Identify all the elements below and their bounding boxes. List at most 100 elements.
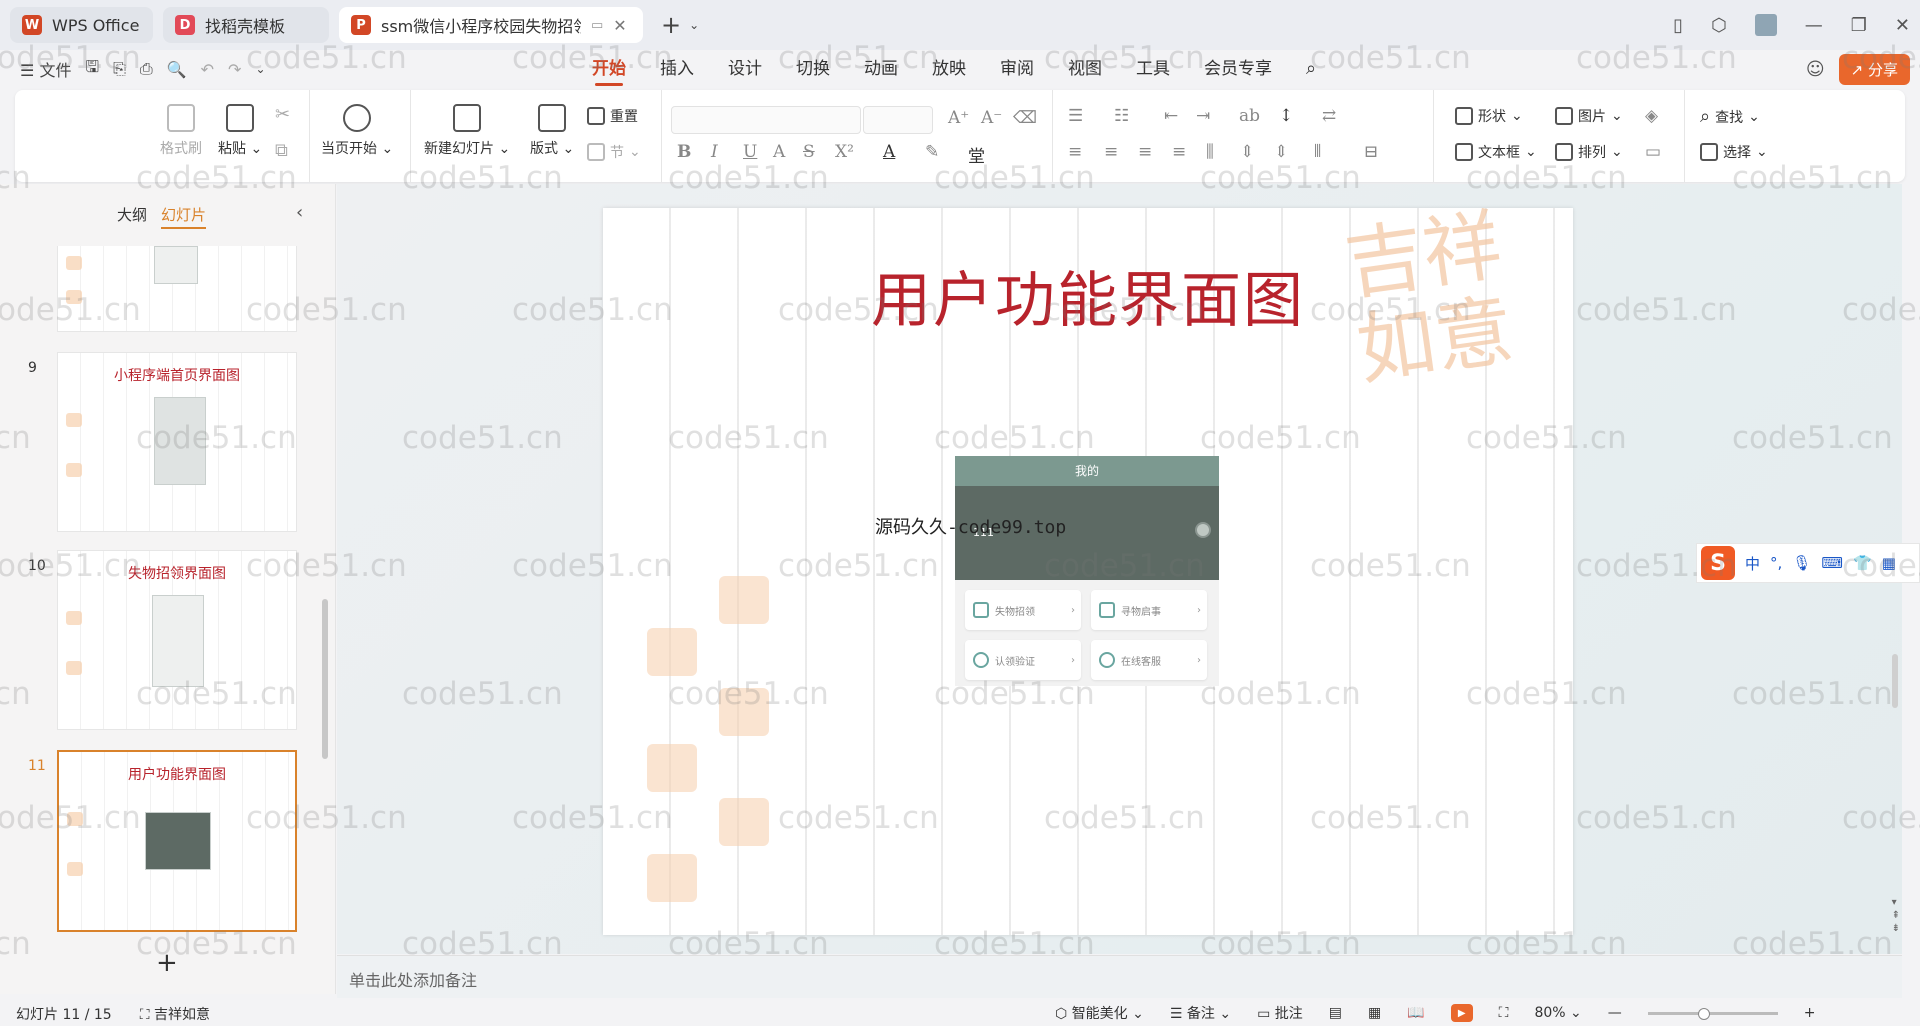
tab-docer-templates[interactable]: D 找稻壳模板: [163, 7, 329, 43]
grow-font-icon[interactable]: A⁺: [948, 108, 969, 128]
smart-beautify-button[interactable]: ⬡ 智能美化 ⌄: [1055, 1003, 1144, 1023]
columns-icon[interactable]: ⫴: [1314, 142, 1321, 162]
notes-pane[interactable]: 单击此处添加备注: [337, 955, 1902, 998]
decrease-indent-icon[interactable]: ⇤: [1164, 106, 1178, 126]
notes-button[interactable]: ☰ 备注 ⌄: [1170, 1003, 1231, 1023]
highlight-icon[interactable]: ✎: [925, 142, 939, 162]
canvas-scrollbar[interactable]: [1892, 654, 1898, 708]
tab-slides[interactable]: 幻灯片: [161, 204, 207, 229]
font-family-select[interactable]: [671, 106, 861, 134]
new-slide-button[interactable]: 新建幻灯片 ⌄: [424, 104, 510, 158]
skin-icon[interactable]: 👕: [1853, 554, 1872, 572]
distribute-icon[interactable]: ⫼: [1206, 142, 1214, 162]
arrange-button[interactable]: 排列 ⌄: [1555, 142, 1623, 162]
tab-insert[interactable]: 插入: [643, 50, 711, 88]
bold-icon[interactable]: B: [677, 142, 691, 162]
select-button[interactable]: 选择 ⌄: [1700, 142, 1768, 162]
slide-title[interactable]: 用户功能界面图: [603, 252, 1573, 339]
shrink-font-icon[interactable]: A⁻: [981, 108, 1002, 128]
tab-view[interactable]: 视图: [1051, 50, 1119, 88]
play-slideshow-button[interactable]: ▶: [1450, 1004, 1473, 1022]
add-slide-icon[interactable]: +: [156, 948, 178, 978]
font-color-icon[interactable]: A: [883, 142, 895, 162]
page-nav-arrows[interactable]: ▾ ⇞ ⇟: [1892, 896, 1900, 935]
shadow-text-icon[interactable]: A: [773, 142, 785, 162]
increase-indent-icon[interactable]: ⇥: [1196, 106, 1210, 126]
bullets-icon[interactable]: ☰: [1068, 106, 1083, 126]
tab-member[interactable]: 会员专享: [1187, 50, 1289, 88]
slide-sorter-icon[interactable]: ▦: [1368, 1005, 1381, 1021]
close-tab-icon[interactable]: ✕: [613, 16, 626, 35]
tab-wps-office[interactable]: W WPS Office: [10, 7, 153, 43]
tab-presentation[interactable]: P ssm微信小程序校园失物招领 ▭ ✕: [339, 7, 643, 43]
slide-thumbnail-9[interactable]: 小程序端首页界面图: [57, 352, 297, 532]
comments-button[interactable]: ▭ 批注: [1257, 1003, 1303, 1023]
layout-icon[interactable]: ▯: [1673, 15, 1683, 36]
toolbox-icon[interactable]: ▦: [1882, 554, 1896, 572]
save-icon[interactable]: 🖫: [85, 56, 99, 83]
theme-name[interactable]: ⛶ 吉祥如意: [140, 1004, 210, 1024]
align-left-icon[interactable]: ≡: [1068, 142, 1082, 162]
tab-design[interactable]: 设计: [711, 50, 779, 88]
italic-icon[interactable]: I: [711, 142, 718, 162]
keyboard-icon[interactable]: ⌨: [1821, 554, 1843, 572]
tab-animations[interactable]: 动画: [847, 50, 915, 88]
phone-screenshot[interactable]: 我的 111 失物招领 › 寻物启事 › 认领验证 › 在线客服 ›: [955, 456, 1219, 686]
new-tab-icon[interactable]: +: [661, 11, 681, 39]
slide-thumbnail-11[interactable]: 用户功能界面图: [57, 750, 297, 932]
avatar[interactable]: [1754, 14, 1777, 36]
tab-slideshow[interactable]: 放映: [915, 50, 983, 88]
align-right-icon[interactable]: ≡: [1138, 142, 1152, 162]
print-preview-icon[interactable]: 🔍: [167, 60, 187, 79]
share-button[interactable]: ↗ 分享: [1838, 54, 1910, 85]
chat-icon[interactable]: ☺: [1806, 59, 1825, 80]
justify-icon[interactable]: ≡: [1172, 142, 1186, 162]
tab-review[interactable]: 审阅: [983, 50, 1051, 88]
panel-scrollbar[interactable]: [322, 599, 328, 759]
export-icon[interactable]: ⎘: [113, 59, 126, 79]
normal-view-icon[interactable]: ▤: [1329, 1005, 1342, 1021]
minimize-icon[interactable]: —: [1805, 15, 1823, 36]
undo-icon[interactable]: ↶: [201, 60, 214, 79]
reset-button[interactable]: 重置: [587, 106, 638, 126]
paste-button[interactable]: 粘贴 ⌄: [218, 104, 262, 158]
phonetic-icon[interactable]: 堂: [968, 142, 985, 167]
underline-icon[interactable]: U: [743, 142, 757, 162]
more-chevron-icon[interactable]: ⌄: [255, 62, 265, 76]
font-size-select[interactable]: [863, 106, 933, 134]
align-center-icon[interactable]: ≡: [1104, 142, 1118, 162]
convert-icon[interactable]: ⇄: [1322, 106, 1336, 126]
redo-icon[interactable]: ↷: [228, 60, 241, 79]
collapse-panel-icon[interactable]: ‹: [296, 202, 303, 223]
search-icon[interactable]: ⌕: [1289, 50, 1333, 88]
zoom-slider[interactable]: [1647, 1007, 1778, 1020]
slide-thumbnail-10[interactable]: 失物招领界面图: [57, 550, 297, 730]
reading-view-icon[interactable]: 📖: [1407, 1005, 1424, 1021]
cut-icon[interactable]: ✂: [275, 104, 290, 125]
clear-format-icon[interactable]: ⌫: [1013, 108, 1037, 128]
layout-button[interactable]: 版式 ⌄: [530, 104, 574, 158]
find-button[interactable]: ⌕ 查找 ⌄: [1700, 106, 1760, 127]
zoom-in-icon[interactable]: +: [1804, 1005, 1816, 1021]
tab-list-chevron-icon[interactable]: ⌄: [689, 18, 699, 32]
restore-icon[interactable]: ❐: [1851, 15, 1867, 36]
ime-language-toggle[interactable]: 中: [1745, 553, 1760, 574]
outline-icon[interactable]: ▭: [1645, 142, 1661, 162]
fit-window-icon[interactable]: ⛶: [1499, 1005, 1509, 1021]
zoom-out-icon[interactable]: —: [1608, 1005, 1622, 1021]
tab-tools[interactable]: 工具: [1119, 50, 1187, 88]
zoom-select[interactable]: 80% ⌄: [1534, 1005, 1581, 1021]
file-menu[interactable]: ☰ 文件: [20, 57, 71, 81]
strikethrough-icon[interactable]: S: [803, 142, 815, 162]
microphone-icon[interactable]: 🎙: [1792, 554, 1811, 572]
text-direction-icon[interactable]: ab: [1239, 106, 1260, 126]
tab-home[interactable]: 开始: [575, 50, 643, 88]
superscript-icon[interactable]: X²: [835, 142, 854, 162]
from-current-button[interactable]: 当页开始 ⌄: [321, 104, 393, 158]
paragraph-spacing-icon[interactable]: ⇕: [1274, 142, 1288, 162]
monitor-icon[interactable]: ▭: [591, 18, 603, 33]
sogou-icon[interactable]: S: [1701, 546, 1735, 580]
textbox-button[interactable]: 文本框 ⌄: [1455, 142, 1537, 162]
fill-icon[interactable]: ◈: [1645, 106, 1658, 126]
print-icon[interactable]: ⎙: [140, 59, 153, 79]
